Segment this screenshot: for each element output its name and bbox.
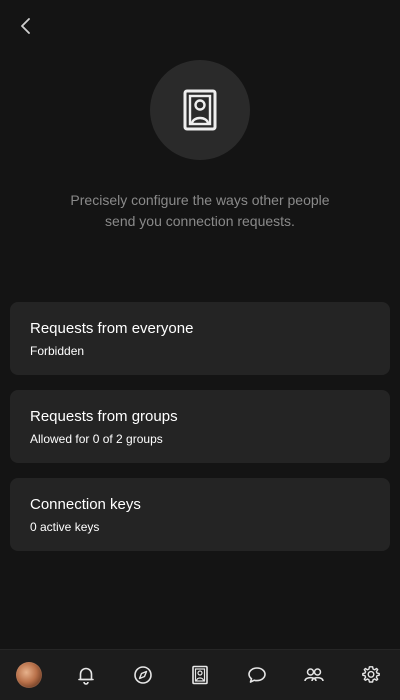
contact-book-icon <box>192 665 208 685</box>
contact-book-icon <box>183 89 217 131</box>
tab-settings[interactable] <box>351 655 391 695</box>
connection-keys-card[interactable]: Connection keys 0 active keys <box>10 478 390 551</box>
tab-contacts[interactable] <box>180 655 220 695</box>
card-subtitle: 0 active keys <box>30 520 100 534</box>
tab-groups[interactable] <box>294 655 334 695</box>
compass-icon <box>134 666 152 684</box>
bottom-tab-bar <box>0 649 400 700</box>
card-title: Requests from everyone <box>30 320 194 337</box>
people-icon <box>304 668 325 682</box>
hero-icon-circle <box>150 60 250 160</box>
card-title: Connection keys <box>30 496 141 513</box>
chevron-left-icon <box>21 18 30 34</box>
card-subtitle: Allowed for 0 of 2 groups <box>30 432 163 446</box>
requests-from-everyone-card[interactable]: Requests from everyone Forbidden <box>10 302 390 375</box>
description-line-2: send you connection requests. <box>105 213 295 229</box>
tab-notifications[interactable] <box>66 655 106 695</box>
chat-bubble-icon <box>248 667 266 683</box>
description-text: Precisely configure the ways other peopl… <box>60 190 340 232</box>
tab-explore[interactable] <box>123 655 163 695</box>
avatar <box>15 662 42 688</box>
tab-profile[interactable] <box>9 655 49 695</box>
gear-icon <box>362 666 381 683</box>
tab-chats[interactable] <box>237 655 277 695</box>
description-line-1: Precisely configure the ways other peopl… <box>70 192 330 208</box>
back-button[interactable] <box>12 12 40 40</box>
card-title: Requests from groups <box>30 408 178 425</box>
card-subtitle: Forbidden <box>30 344 85 358</box>
bell-icon <box>77 667 94 685</box>
requests-from-groups-card[interactable]: Requests from groups Allowed for 0 of 2 … <box>10 390 390 463</box>
